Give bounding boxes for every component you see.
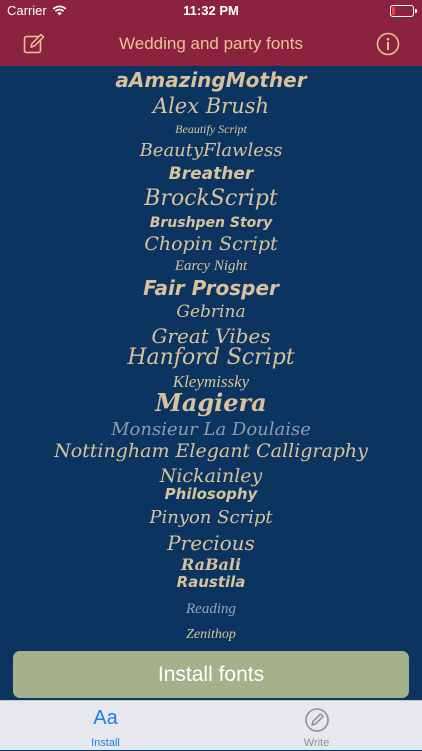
battery-level — [392, 7, 395, 15]
battery-icon — [390, 5, 417, 17]
font-item-alex-brush[interactable]: Alex Brush — [0, 96, 422, 117]
font-item-beautify-script[interactable]: Beautify Script — [0, 123, 422, 135]
font-item-brushpen-story[interactable]: Brushpen Story — [0, 216, 422, 230]
status-bar: Carrier 11:32 PM — [0, 0, 422, 22]
tab-write[interactable]: Write — [211, 701, 422, 751]
font-item-gebrina[interactable]: Gebrina — [0, 304, 422, 321]
font-item-monsieur-la-doulaise[interactable]: Monsieur La Doulaise — [0, 421, 422, 439]
font-item-rabali[interactable]: RaBali — [0, 557, 422, 573]
pen-icon — [211, 707, 422, 738]
font-item-fair-prosper[interactable]: Fair Prosper — [0, 278, 422, 298]
font-item-amazing-mother[interactable]: aAmazingMother — [0, 70, 422, 90]
font-item-chopin-script[interactable]: Chopin Script — [0, 235, 422, 254]
font-item-great-vibes[interactable]: Great Vibes — [0, 326, 422, 346]
nav-title: Wedding and party fonts — [119, 34, 303, 53]
navigation-bar: Wedding and party fonts — [0, 22, 422, 66]
font-item-pinyon-script[interactable]: Pinyon Script — [0, 509, 422, 527]
font-item-earcy-night[interactable]: Earcy Night — [0, 259, 422, 274]
aa-icon: Aa — [93, 707, 118, 729]
tab-install[interactable]: Aa Install — [0, 701, 211, 751]
font-item-zenithop[interactable]: Zenithop — [0, 628, 422, 642]
clock: 11:32 PM — [183, 3, 239, 18]
font-list[interactable]: aAmazingMother Alex Brush Beautify Scrip… — [0, 66, 422, 650]
tab-install-label: Install — [91, 737, 120, 749]
tab-bar: Aa Install Write — [0, 700, 422, 750]
install-fonts-button[interactable]: Install fonts — [13, 651, 409, 698]
info-icon[interactable] — [376, 32, 400, 56]
font-item-breather[interactable]: Breather — [0, 166, 422, 183]
font-item-philosophy[interactable]: Philosophy — [0, 487, 422, 502]
font-item-reading[interactable]: Reading — [0, 602, 422, 617]
font-item-hanford-script[interactable]: Hanford Script — [0, 347, 422, 369]
font-item-precious[interactable]: Precious — [0, 533, 422, 553]
font-item-nottingham-elegant-calligraphy[interactable]: Nottingham Elegant Calligraphy — [0, 442, 422, 461]
tab-write-label: Write — [303, 737, 330, 749]
font-item-beauty-flawless[interactable]: BeautyFlawless — [0, 142, 422, 160]
font-item-nickainley[interactable]: Nickainley — [0, 467, 422, 486]
font-item-magiera[interactable]: Magiera — [0, 391, 422, 415]
font-item-raustila[interactable]: Raustila — [0, 575, 422, 590]
font-item-brock-script[interactable]: BrockScript — [0, 188, 422, 210]
